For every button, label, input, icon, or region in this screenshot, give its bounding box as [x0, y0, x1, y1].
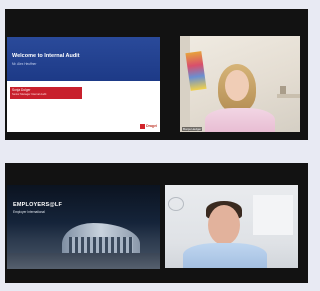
company-logo: Dragel	[140, 123, 157, 129]
person-face	[225, 70, 249, 101]
slide-title-banner: Welcome to Internal Audit Mr. Alex Heuff…	[7, 37, 160, 81]
shared-presentation-slide[interactable]: Welcome to Internal Audit Mr. Alex Heuff…	[7, 37, 160, 132]
slide-brand-title: EMPLOYERS@LF	[13, 202, 63, 208]
logo-text: Dragel	[146, 124, 157, 128]
window-light	[253, 195, 293, 235]
slide-title: Welcome to Internal Audit	[12, 53, 80, 59]
person-shirt	[183, 243, 267, 268]
participant-name-tag: Bonja Hedger	[182, 127, 203, 131]
wall-decoration	[168, 197, 184, 211]
video-call-window: EMPLOYERS@LF Employer International	[5, 163, 308, 283]
presenter-name: Sonja Dolger	[12, 88, 31, 92]
ground	[7, 253, 160, 269]
shared-presentation-slide[interactable]: EMPLOYERS@LF Employer International	[7, 185, 160, 269]
slide-tagline: Employer International	[13, 210, 45, 214]
participant-video-woman[interactable]: Bonja Hedger	[180, 36, 300, 132]
slide-subtitle: Mr. Alex Heuffner	[12, 62, 37, 66]
participant-video-man[interactable]	[165, 185, 298, 268]
shelf-object	[280, 86, 286, 94]
presenter-role: Senior Manager Internal Audit	[12, 93, 47, 96]
logo-mark-icon	[140, 123, 146, 129]
video-call-window: Welcome to Internal Audit Mr. Alex Heuff…	[5, 9, 308, 140]
person-face	[208, 205, 240, 245]
shelf	[277, 94, 300, 98]
room-wall	[180, 36, 190, 132]
person-shirt	[205, 108, 275, 132]
presenter-band: Sonja Dolger Senior Manager Internal Aud…	[10, 87, 82, 99]
